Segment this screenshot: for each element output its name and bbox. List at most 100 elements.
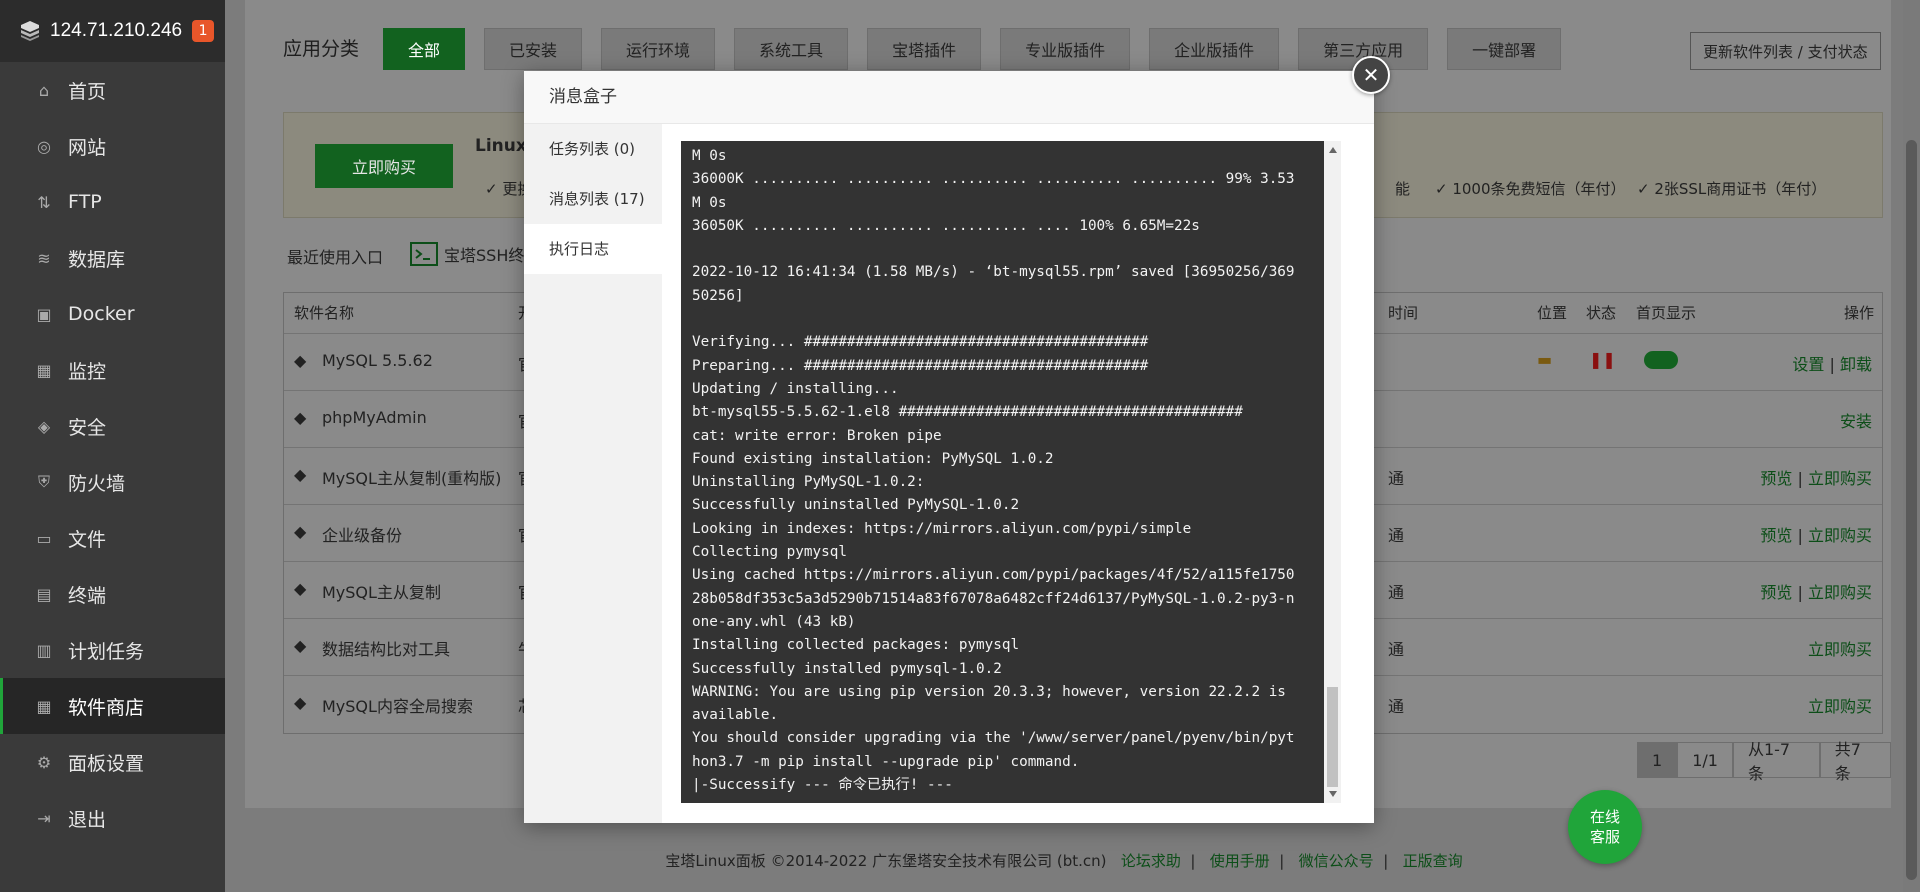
software-name[interactable]: MySQL内容全局搜索 [322, 693, 473, 717]
op-link[interactable]: 设置 [1792, 355, 1824, 374]
footer-link-forum[interactable]: 论坛求助 [1121, 852, 1181, 870]
folder-icon[interactable]: ▬ [1537, 350, 1552, 369]
category-tab-0[interactable]: 全部 [383, 28, 466, 70]
software-name[interactable]: MySQL主从复制 [322, 579, 441, 603]
op-link[interactable]: 立即购买 [1808, 526, 1872, 545]
close-dialog-button[interactable]: ✕ [1352, 56, 1390, 94]
page-current[interactable]: 1 [1637, 742, 1678, 778]
row-icon: ◆ [294, 351, 307, 370]
sidebar-item-label: 安全 [68, 416, 107, 439]
category-tab-6[interactable]: 企业版插件 [1149, 28, 1280, 70]
op-link[interactable]: 预览 [1760, 583, 1792, 602]
sidebar-item-6[interactable]: ◈ 安全 [0, 398, 225, 454]
scroll-up-icon[interactable] [1329, 147, 1337, 153]
software-name[interactable]: MySQL主从复制(重构版) [322, 465, 501, 489]
sidebar-item-3[interactable]: ≋ 数据库 [0, 230, 225, 286]
scroll-down-icon[interactable] [1329, 791, 1337, 797]
apps-icon: ▦ [36, 696, 52, 716]
op-link[interactable]: 安装 [1840, 412, 1872, 431]
sidebar-item-label: 面板设置 [68, 752, 145, 775]
sidebar-item-label: 网站 [68, 136, 107, 159]
homepage-toggle[interactable] [1644, 351, 1678, 369]
op-link[interactable]: 立即购买 [1808, 697, 1872, 716]
op-link[interactable]: 立即购买 [1808, 583, 1872, 602]
promo-benefit-4: ✓ 2张SSL商用证书（年付） [1637, 180, 1827, 198]
check-icon: ✓ [1435, 180, 1453, 198]
notification-badge[interactable]: 1 [192, 20, 215, 42]
sidebar-item-7[interactable]: ⛨ 防火墙 [0, 454, 225, 510]
recent-entry-label: 最近使用入口 [287, 248, 384, 267]
sidebar-item-5[interactable]: ▦ 监控 [0, 342, 225, 398]
buy-now-button[interactable]: 立即购买 [315, 144, 453, 188]
software-name[interactable]: 数据结构比对工具 [322, 636, 450, 660]
footer: 宝塔Linux面板 ©2014-2022 广东堡塔安全技术有限公司 (bt.cn… [665, 852, 1463, 870]
expiry: 通 [1388, 469, 1405, 488]
row-operations: 立即购买 [1808, 693, 1872, 717]
tab-task-list[interactable]: 任务列表 (0) [524, 124, 662, 174]
folder-icon: ▭ [36, 528, 52, 548]
log-scrollbar[interactable] [1324, 141, 1341, 803]
sidebar-item-9[interactable]: ▤ 终端 [0, 566, 225, 622]
op-link[interactable]: 立即购买 [1808, 640, 1872, 659]
sidebar-item-13[interactable]: ⇥ 退出 [0, 790, 225, 846]
software-name[interactable]: MySQL 5.5.62 [322, 351, 433, 370]
row-operations: 预览 | 立即购买 [1760, 469, 1872, 488]
promo-benefit-2: 能 [1395, 180, 1411, 198]
pause-icon[interactable]: ❚❚ [1589, 350, 1616, 369]
sidebar-item-4[interactable]: ▣ Docker [0, 286, 225, 342]
sidebar-item-1[interactable]: ◎ 网站 [0, 118, 225, 174]
ssh-terminal-entry[interactable]: 宝塔SSH终端 [410, 242, 540, 266]
ftp-icon: ⇅ [37, 192, 51, 212]
category-tab-8[interactable]: 一键部署 [1447, 28, 1562, 70]
page-range: 从1-7条 [1732, 740, 1820, 783]
message-box-dialog: 消息盒子 任务列表 (0) 消息列表 (17) 执行日志 M 0s 36000K… [524, 71, 1374, 823]
refresh-software-list-button[interactable]: 更新软件列表 / 支付状态 [1690, 32, 1881, 70]
server-header: 124.71.210.246 1 [0, 0, 225, 62]
sidebar-item-label: 退出 [68, 808, 107, 831]
row-icon: ◆ [294, 465, 307, 484]
software-name[interactable]: 企业级备份 [322, 522, 402, 546]
sidebar-item-12[interactable]: ⚙ 面板设置 [0, 734, 225, 790]
expiry: 通 [1388, 526, 1405, 545]
category-tab-4[interactable]: 宝塔插件 [867, 28, 982, 70]
sidebar-item-11[interactable]: ▦ 软件商店 [0, 678, 225, 734]
gear-icon: ⚙ [36, 752, 52, 772]
sidebar-item-label: FTP [68, 191, 102, 213]
tab-execution-log[interactable]: 执行日志 [524, 224, 662, 274]
row-operations: 立即购买 [1808, 636, 1872, 660]
sidebar-item-0[interactable]: ⌂ 首页 [0, 62, 225, 118]
sidebar-item-8[interactable]: ▭ 文件 [0, 510, 225, 566]
server-icon [21, 21, 39, 41]
footer-link-wechat[interactable]: 微信公众号 [1299, 852, 1374, 870]
dialog-title: 消息盒子 [524, 71, 1374, 124]
execution-log-panel[interactable]: M 0s 36000K .......... .......... ......… [681, 141, 1341, 803]
category-tab-2[interactable]: 运行环境 [601, 28, 716, 70]
footer-link-license[interactable]: 正版查询 [1403, 852, 1463, 870]
sidebar-item-2[interactable]: ⇅ FTP [0, 174, 225, 230]
op-link[interactable]: 预览 [1760, 469, 1792, 488]
sidebar-item-label: 计划任务 [68, 640, 145, 663]
expiry: 通 [1388, 640, 1405, 659]
terminal-icon [410, 242, 438, 266]
scroll-thumb[interactable] [1327, 687, 1338, 787]
category-tab-5[interactable]: 专业版插件 [1000, 28, 1131, 70]
tab-message-list[interactable]: 消息列表 (17) [524, 174, 662, 224]
op-link[interactable]: 预览 [1760, 526, 1792, 545]
expiry: 通 [1388, 583, 1405, 602]
row-operations: 设置 | 卸载 [1792, 355, 1872, 374]
sidebar-item-label: 防火墙 [68, 472, 126, 495]
sidebar-item-10[interactable]: ▥ 计划任务 [0, 622, 225, 678]
promo-benefit-3: ✓ 1000条免费短信（年付） [1435, 180, 1626, 198]
op-link[interactable]: 卸载 [1840, 355, 1872, 374]
online-support-button[interactable]: 在线 客服 [1568, 790, 1642, 864]
op-link[interactable]: 立即购买 [1808, 469, 1872, 488]
page-scrollbar[interactable] [1903, 0, 1920, 892]
category-tab-3[interactable]: 系统工具 [734, 28, 849, 70]
category-tab-1[interactable]: 已安装 [484, 28, 583, 70]
server-ip: 124.71.210.246 [50, 20, 183, 41]
footer-link-manual[interactable]: 使用手册 [1210, 852, 1270, 870]
software-name[interactable]: phpMyAdmin [322, 408, 427, 427]
dialog-nav: 任务列表 (0) 消息列表 (17) 执行日志 [524, 124, 662, 823]
sidebar: 124.71.210.246 1 ⌂ 首页 ◎ 网站 ⇅ FTP ≋ 数据库 ▣ Docker ▦ 监… [0, 0, 225, 892]
sidebar-item-label: 文件 [68, 528, 107, 551]
